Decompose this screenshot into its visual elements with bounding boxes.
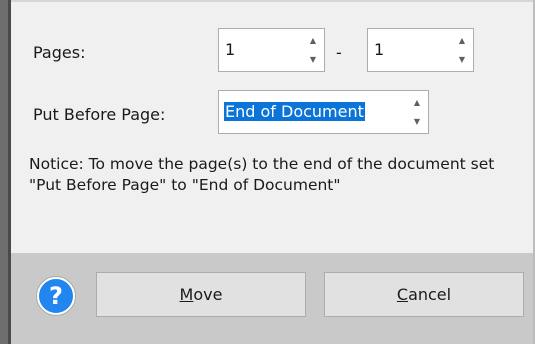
dialog-footer: ? Move Cancel — [11, 253, 533, 344]
pages-to-value[interactable]: 1 — [374, 40, 384, 60]
spin-up-arrow-icon[interactable]: ▲ — [455, 31, 469, 50]
pages-to-spinbox[interactable]: 1 ▲ ▼ — [367, 28, 474, 72]
pages-to-spin-buttons[interactable]: ▲ ▼ — [455, 31, 469, 69]
cancel-button[interactable]: Cancel — [324, 272, 524, 317]
move-pages-dialog: Pages: 1 ▲ ▼ - 1 ▲ ▼ Put Before Page: En… — [0, 0, 535, 344]
cancel-button-mnemonic: C — [396, 285, 409, 304]
spin-down-arrow-icon[interactable]: ▼ — [455, 50, 469, 69]
pages-range-separator: - — [336, 43, 342, 62]
put-before-page-label: Put Before Page: — [33, 105, 166, 124]
move-button-label: ove — [193, 285, 223, 304]
pages-from-spinbox[interactable]: 1 ▲ ▼ — [218, 28, 325, 72]
cancel-button-label: ancel — [408, 285, 452, 304]
move-button-mnemonic: M — [179, 285, 194, 304]
spin-up-arrow-icon[interactable]: ▲ — [410, 93, 424, 112]
spin-down-arrow-icon[interactable]: ▼ — [410, 112, 424, 131]
help-icon[interactable]: ? — [37, 277, 75, 315]
spin-up-arrow-icon[interactable]: ▲ — [306, 31, 320, 50]
notice-text: Notice: To move the page(s) to the end o… — [29, 155, 495, 194]
put-before-page-spin-buttons[interactable]: ▲ ▼ — [410, 93, 424, 131]
pages-from-value[interactable]: 1 — [225, 40, 235, 60]
pages-label: Pages: — [33, 43, 86, 62]
put-before-page-spinbox[interactable]: End of Document ▲ ▼ — [218, 90, 429, 134]
dialog-content: Pages: 1 ▲ ▼ - 1 ▲ ▼ Put Before Page: En… — [11, 2, 533, 253]
pages-from-spin-buttons[interactable]: ▲ ▼ — [306, 31, 320, 69]
put-before-page-value[interactable]: End of Document — [224, 102, 365, 122]
spin-down-arrow-icon[interactable]: ▼ — [306, 50, 320, 69]
window-frame-left — [0, 0, 11, 344]
put-before-page-selected-text[interactable]: End of Document — [224, 102, 365, 121]
move-button[interactable]: Move — [96, 272, 306, 317]
